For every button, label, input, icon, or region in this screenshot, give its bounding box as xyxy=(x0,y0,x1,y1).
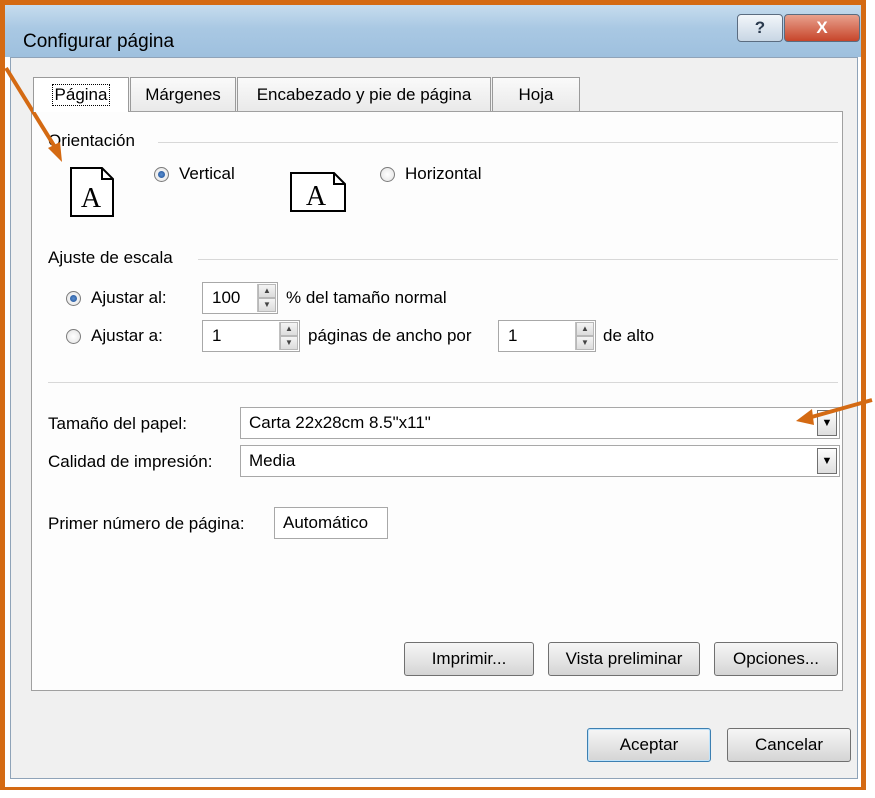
arrow-head-icon xyxy=(48,142,62,162)
arrow-to-paper-size xyxy=(807,398,873,420)
tab-pagina[interactable]: Página xyxy=(33,77,129,112)
arrow-head-icon xyxy=(796,409,814,425)
tab-pagina-label: Página xyxy=(51,84,111,106)
annotation-arrows xyxy=(4,66,873,425)
